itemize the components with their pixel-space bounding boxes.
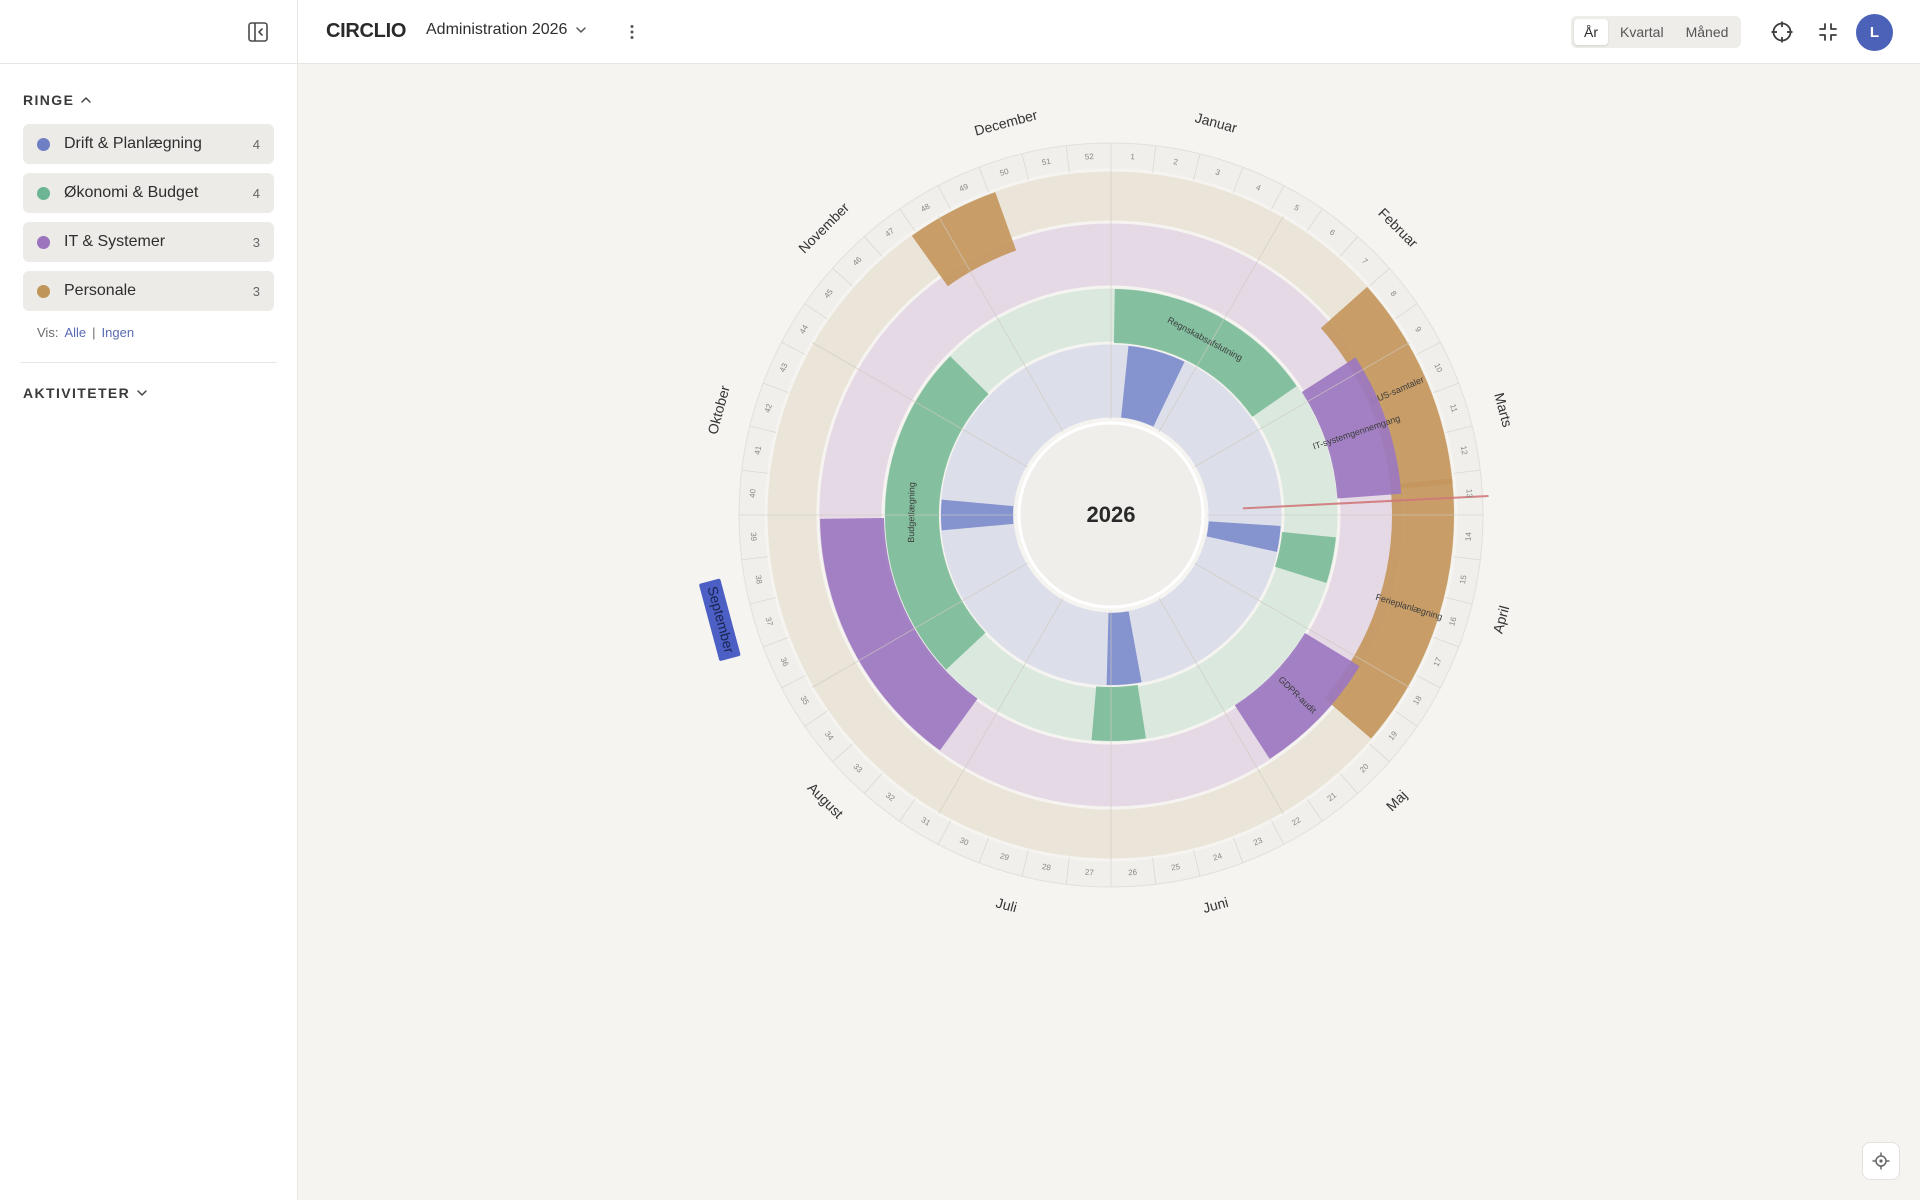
ring-count: 4 — [252, 136, 260, 152]
wheel-selector[interactable]: Administration 2026 — [426, 21, 587, 39]
show-label: Vis: — [37, 325, 59, 340]
recenter-button[interactable] — [1862, 1142, 1900, 1180]
week-number: 26 — [1128, 868, 1138, 878]
sidebar-top — [0, 0, 297, 64]
sidebar: RINGE Drift & Planlægning 4 Økonomi & Bu… — [0, 0, 298, 1200]
ring-item-drift[interactable]: Drift & Planlægning 4 — [23, 124, 274, 164]
ring-color-dot — [37, 235, 50, 249]
month-label[interactable]: Maj — [1383, 787, 1410, 814]
ring-visibility-row: Vis: Alle | Ingen — [0, 311, 297, 340]
month-label[interactable]: December — [973, 106, 1040, 138]
rings-section-toggle[interactable]: RINGE — [0, 90, 297, 110]
ring-count: 3 — [252, 234, 260, 250]
month-label[interactable]: Oktober — [704, 383, 732, 436]
ring-item-okonomi[interactable]: Økonomi & Budget 4 — [23, 173, 274, 213]
locate-icon — [1872, 1152, 1890, 1170]
show-all-link[interactable]: Alle — [64, 325, 86, 340]
week-number: 14 — [1464, 531, 1474, 541]
sidebar-divider — [20, 362, 277, 363]
ring-label: Økonomi & Budget — [64, 184, 199, 201]
month-label[interactable]: Juni — [1201, 894, 1230, 916]
year-label: 2026 — [1087, 502, 1136, 527]
month-label[interactable]: November — [795, 199, 852, 256]
month-label[interactable]: August — [804, 779, 846, 821]
wheel-canvas: MUS-samtaler Ferieplanlægning IT-systemgen… — [299, 65, 1920, 1200]
chevron-up-icon — [81, 97, 92, 103]
week-number: 40 — [748, 488, 758, 498]
ring-color-dot — [37, 284, 50, 298]
month-label[interactable]: Februar — [1375, 205, 1421, 251]
activity-arc-okonomi[interactable] — [1091, 684, 1146, 741]
week-number: 39 — [749, 532, 759, 542]
ring-color-dot — [37, 137, 50, 151]
more-options-button[interactable] — [622, 20, 642, 44]
year-wheel: MUS-samtalerFerieplanlægningIT-systemgen… — [699, 106, 1516, 916]
wheel-center: 2026 — [1017, 421, 1205, 609]
chevron-down-icon — [137, 390, 147, 396]
month-label[interactable]: Juli — [994, 895, 1018, 916]
ring-item-it[interactable]: IT & Systemer 3 — [23, 222, 274, 262]
ring-color-dot — [37, 186, 50, 200]
activities-section-toggle[interactable]: AKTIVITETER — [0, 383, 297, 403]
kebab-menu-icon — [630, 25, 634, 39]
month-label[interactable]: Januar — [1193, 109, 1239, 136]
ring-label: IT & Systemer — [64, 233, 166, 250]
ring-label: Drift & Planlægning — [64, 135, 202, 152]
ring-item-personale[interactable]: Personale 3 — [23, 271, 274, 311]
chevron-down-icon — [576, 27, 587, 33]
brand-logo: CIRCLIO — [326, 20, 407, 42]
ring-count: 3 — [252, 283, 260, 299]
view-switch: År Kvartal Måned — [1571, 16, 1742, 48]
view-year-tab[interactable]: År — [1574, 19, 1608, 45]
week-number: 52 — [1085, 152, 1095, 162]
show-separator: | — [92, 325, 96, 340]
week-number: 13 — [1464, 489, 1474, 499]
top-bar: CIRCLIO Administration 2026 År Kvartal M… — [298, 0, 1920, 64]
collapse-sidebar-icon[interactable] — [247, 21, 269, 43]
wheel-name: Administration 2026 — [426, 21, 568, 38]
week-number: 27 — [1085, 868, 1095, 878]
show-none-link[interactable]: Ingen — [102, 325, 135, 340]
user-avatar[interactable]: L — [1856, 14, 1893, 51]
activities-heading: AKTIVITETER — [23, 385, 131, 401]
ring-list: Drift & Planlægning 4 Økonomi & Budget 4… — [0, 110, 297, 311]
view-quarter-tab[interactable]: Kvartal — [1610, 19, 1674, 45]
crosshair-icon[interactable] — [1770, 20, 1794, 44]
ring-label: Personale — [64, 282, 137, 299]
rings-heading: RINGE — [23, 92, 75, 108]
month-label[interactable]: Marts — [1491, 391, 1516, 429]
ring-count: 4 — [252, 185, 260, 201]
activity-label: Budgetlægning — [906, 482, 917, 543]
exit-fullscreen-icon[interactable] — [1816, 20, 1840, 44]
month-label[interactable]: April — [1490, 604, 1513, 635]
view-month-tab[interactable]: Måned — [1676, 19, 1739, 45]
